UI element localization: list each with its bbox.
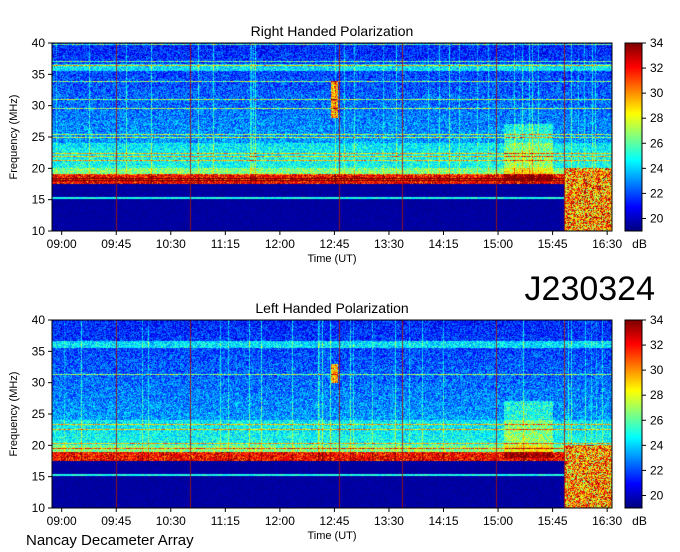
y-axis-label: Frequency (MHz): [8, 95, 20, 180]
x-tick-label: 15:00: [483, 237, 513, 251]
x-tick-label: 13:30: [374, 237, 404, 251]
colorbar: [625, 320, 642, 508]
y-tick-label: 25: [32, 130, 46, 144]
y-tick-label: 35: [32, 344, 46, 358]
y-tick-label: 10: [32, 224, 46, 238]
colorbar-tick-label: 24: [650, 438, 664, 452]
x-tick-label: 12:00: [265, 514, 295, 528]
x-tick-label: 11:15: [211, 237, 240, 251]
colorbar-tick-label: 32: [650, 338, 664, 352]
colorbar-tick-label: 20: [650, 211, 664, 225]
x-tick-label: 16:30: [592, 514, 622, 528]
y-tick-label: 30: [32, 99, 46, 113]
y-tick-label: 40: [32, 313, 46, 327]
dynamic-spectrum-figure: Right Handed Polarization Time (UT) Freq…: [8, 23, 664, 549]
y-tick-label: 20: [32, 438, 46, 452]
right-polarization-panel: Right Handed Polarization Time (UT) Freq…: [8, 23, 664, 265]
colorbar-tick-label: 28: [650, 111, 664, 125]
x-axis-label: Time (UT): [307, 530, 356, 542]
colorbar-tick-label: 22: [650, 463, 664, 477]
spectrogram-image: [52, 43, 612, 231]
y-tick-label: 15: [32, 193, 46, 207]
y-tick-label: 15: [32, 470, 46, 484]
x-tick-label: 10:30: [156, 237, 186, 251]
x-tick-label: 12:45: [319, 237, 349, 251]
x-tick-label: 14:15: [428, 514, 458, 528]
observation-id-label: J230324: [525, 270, 655, 308]
panel-title: Left Handed Polarization: [255, 300, 408, 316]
y-tick-label: 30: [32, 376, 46, 390]
x-tick-label: 09:45: [101, 514, 131, 528]
x-tick-label: 11:15: [211, 514, 240, 528]
x-tick-label: 12:00: [265, 237, 295, 251]
x-tick-label: 13:30: [374, 514, 404, 528]
panel-title: Right Handed Polarization: [251, 23, 414, 39]
x-tick-label: 16:30: [592, 237, 622, 251]
x-tick-label: 12:45: [319, 514, 349, 528]
x-tick-label: 14:15: [428, 237, 458, 251]
colorbar-tick-label: 26: [650, 136, 664, 150]
colorbar-tick-label: 32: [650, 61, 664, 75]
y-tick-label: 20: [32, 161, 46, 175]
colorbar-tick-label: 22: [650, 186, 664, 200]
x-tick-label: 15:45: [538, 514, 568, 528]
colorbar-tick-label: 34: [650, 36, 664, 50]
x-tick-label: 09:00: [47, 514, 77, 528]
colorbar-tick-label: 30: [650, 86, 664, 100]
colorbar-tick-label: 26: [650, 413, 664, 427]
y-tick-label: 35: [32, 67, 46, 81]
colorbar-label: dB: [632, 237, 647, 251]
instrument-label: Nancay Decameter Array: [26, 532, 194, 549]
colorbar-tick-label: 24: [650, 161, 664, 175]
left-polarization-panel: Left Handed Polarization Time (UT) Frequ…: [8, 300, 664, 542]
x-tick-label: 15:45: [538, 237, 568, 251]
y-tick-label: 10: [32, 501, 46, 515]
colorbar-tick-label: 34: [650, 313, 664, 327]
colorbar: [625, 43, 642, 231]
colorbar-tick-label: 28: [650, 388, 664, 402]
x-tick-label: 09:45: [101, 237, 131, 251]
colorbar-tick-label: 30: [650, 363, 664, 377]
x-axis-label: Time (UT): [307, 253, 356, 265]
y-tick-label: 40: [32, 36, 46, 50]
y-tick-label: 25: [32, 407, 46, 421]
colorbar-label: dB: [632, 514, 647, 528]
x-tick-label: 09:00: [47, 237, 77, 251]
colorbar-tick-label: 20: [650, 488, 664, 502]
x-tick-label: 10:30: [156, 514, 186, 528]
x-tick-label: 15:00: [483, 514, 513, 528]
y-axis-label: Frequency (MHz): [8, 372, 20, 457]
spectrogram-image: [52, 320, 612, 508]
